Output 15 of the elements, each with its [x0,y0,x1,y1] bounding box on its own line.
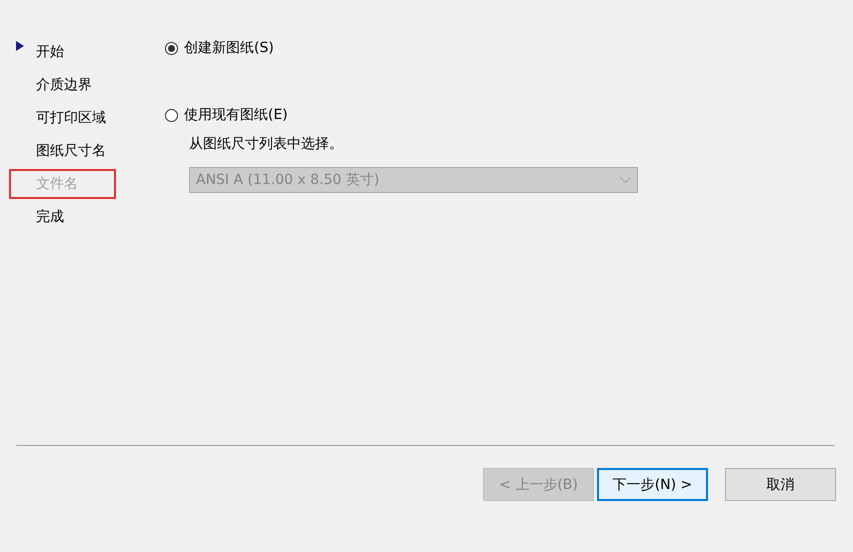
step-label: 可打印区域 [35,108,107,128]
wizard-button[interactable]: 取消 [725,468,836,501]
radio-button[interactable] [165,42,178,54]
step-label: 完成 [35,208,65,226]
caret-icon [620,177,631,183]
radio-label[interactable]: 使用现有图纸(E) [184,106,288,124]
radio-button[interactable] [165,108,178,122]
wizard-button[interactable]: 下一步(N) > [597,468,708,501]
dropdown-value: ANSI A (11.00 x 8.50 英寸) [196,171,380,189]
step-label: 开始 [35,42,65,62]
step-label: 介质边界 [35,76,93,94]
step-label: 文件名 [9,168,116,198]
hint-text: 从图纸尺寸列表中选择。 [189,135,344,153]
radio-label[interactable]: 创建新图纸(S) [184,39,274,57]
step-label: 图纸尺寸名 [35,142,107,160]
